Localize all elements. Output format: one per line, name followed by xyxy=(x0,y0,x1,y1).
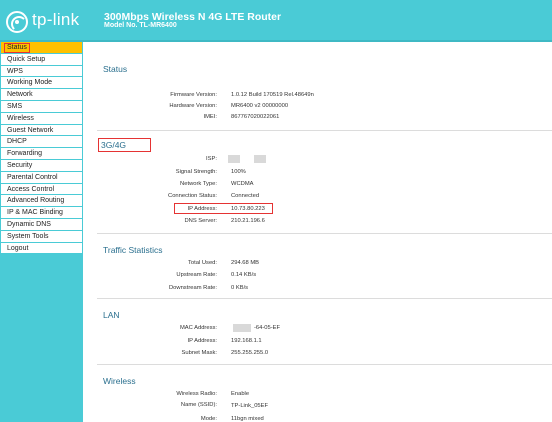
redacted-isp-block xyxy=(254,155,266,163)
field-label: Upstream Rate: xyxy=(176,272,217,278)
section-divider xyxy=(97,364,552,365)
section-title-wireless: Wireless xyxy=(103,376,136,386)
field-label: Subnet Mask: xyxy=(181,350,217,356)
firmware-version-value: 1.0.12 Build 170519 Rel.48649n xyxy=(231,92,314,98)
section-title-traffic: Traffic Statistics xyxy=(103,245,163,255)
dns-server-value: 210.21.196.6 xyxy=(231,218,265,224)
sidebar-item-wireless[interactable]: Wireless xyxy=(1,112,82,125)
section-divider xyxy=(97,130,552,131)
field-label: Total Used: xyxy=(188,260,217,266)
signal-strength-value: 100% xyxy=(231,169,246,175)
ip-address-highlight-box xyxy=(174,203,273,214)
network-type-value: WCDMA xyxy=(231,181,254,187)
field-label: IP Address: xyxy=(187,338,217,344)
sidebar-item-dynamic-dns[interactable]: Dynamic DNS xyxy=(1,218,82,231)
sidebar-item-label: Status xyxy=(4,43,30,53)
header-bar: tp-link 300Mbps Wireless N 4G LTE Router… xyxy=(0,0,552,40)
sidebar-item-status[interactable]: Status xyxy=(1,42,82,54)
total-used-value: 294.68 MB xyxy=(231,260,260,266)
tp-link-logo: tp-link xyxy=(6,10,80,34)
sidebar-item-security[interactable]: Security xyxy=(1,159,82,172)
section-divider xyxy=(97,298,552,299)
field-label: Name (SSID): xyxy=(180,402,217,408)
connection-status-value: Connected xyxy=(231,193,260,199)
hardware-version-value: MR6400 v2 00000000 xyxy=(231,103,289,109)
section-title-status: Status xyxy=(103,64,128,74)
logo-text: tp-link xyxy=(32,10,80,29)
field-label: Firmware Version: xyxy=(170,92,217,98)
field-label: Downstream Rate: xyxy=(168,285,217,291)
sidebar-menu: Status Quick Setup WPS Working Mode Netw… xyxy=(1,42,82,255)
wireless-mode-value: 11bgn mixed xyxy=(231,416,264,422)
sidebar-item-wps[interactable]: WPS xyxy=(1,65,82,78)
sidebar-item-ip-mac-binding[interactable]: IP & MAC Binding xyxy=(1,207,82,219)
tp-link-logo-icon xyxy=(6,11,28,33)
lan-ip-address-value: 192.168.1.1 xyxy=(231,338,262,344)
model-number: Model No. TL-MR6400 xyxy=(104,22,177,29)
ssid-value: TP-Link_05EF xyxy=(231,403,269,409)
upstream-rate-value: 0.14 KB/s xyxy=(231,272,257,278)
sidebar-item-advanced-routing[interactable]: Advanced Routing xyxy=(1,195,82,208)
field-label: Connection Status: xyxy=(168,193,217,199)
imei-value: 867767020022061 xyxy=(231,114,280,120)
mac-address-value: -64-05-EF xyxy=(254,325,281,331)
sidebar-item-dhcp[interactable]: DHCP xyxy=(1,136,82,149)
sidebar-item-parental-control[interactable]: Parental Control xyxy=(1,171,82,184)
sidebar-item-access-control[interactable]: Access Control xyxy=(1,183,82,196)
sidebar-item-system-tools[interactable]: System Tools xyxy=(1,230,82,243)
field-label: Hardware Version: xyxy=(169,103,217,109)
sidebar-item-forwarding[interactable]: Forwarding xyxy=(1,148,82,160)
field-label: Signal Strength: xyxy=(175,169,217,175)
sidebar-item-guest-network[interactable]: Guest Network xyxy=(1,124,82,137)
subnet-mask-value: 255.255.255.0 xyxy=(231,350,269,356)
field-label: Network Type: xyxy=(180,181,217,187)
sidebar-item-logout[interactable]: Logout xyxy=(1,242,82,255)
sidebar-item-network[interactable]: Network xyxy=(1,89,82,101)
sidebar-item-working-mode[interactable]: Working Mode xyxy=(1,77,82,90)
section-title-3g4g: 3G/4G xyxy=(98,138,152,152)
field-label: IMEI: xyxy=(203,114,217,120)
sidebar-item-sms[interactable]: SMS xyxy=(1,100,82,113)
main-content: Status Firmware Version: 1.0.12 Build 17… xyxy=(91,42,552,422)
field-label: Mode: xyxy=(200,416,217,422)
field-label: MAC Address: xyxy=(179,325,217,331)
sidebar: Status Quick Setup WPS Working Mode Netw… xyxy=(0,42,83,422)
section-divider xyxy=(97,233,552,234)
wireless-radio-value: Enable xyxy=(231,391,250,397)
section-title-lan: LAN xyxy=(103,310,120,320)
field-label: DNS Server: xyxy=(184,218,217,224)
downstream-rate-value: 0 KB/s xyxy=(231,285,249,291)
redacted-isp-block xyxy=(228,155,240,163)
field-label: Wireless Radio: xyxy=(176,391,217,397)
redacted-mac-block xyxy=(233,324,251,332)
field-label: ISP: xyxy=(206,156,217,162)
sidebar-item-quick-setup[interactable]: Quick Setup xyxy=(1,53,82,66)
